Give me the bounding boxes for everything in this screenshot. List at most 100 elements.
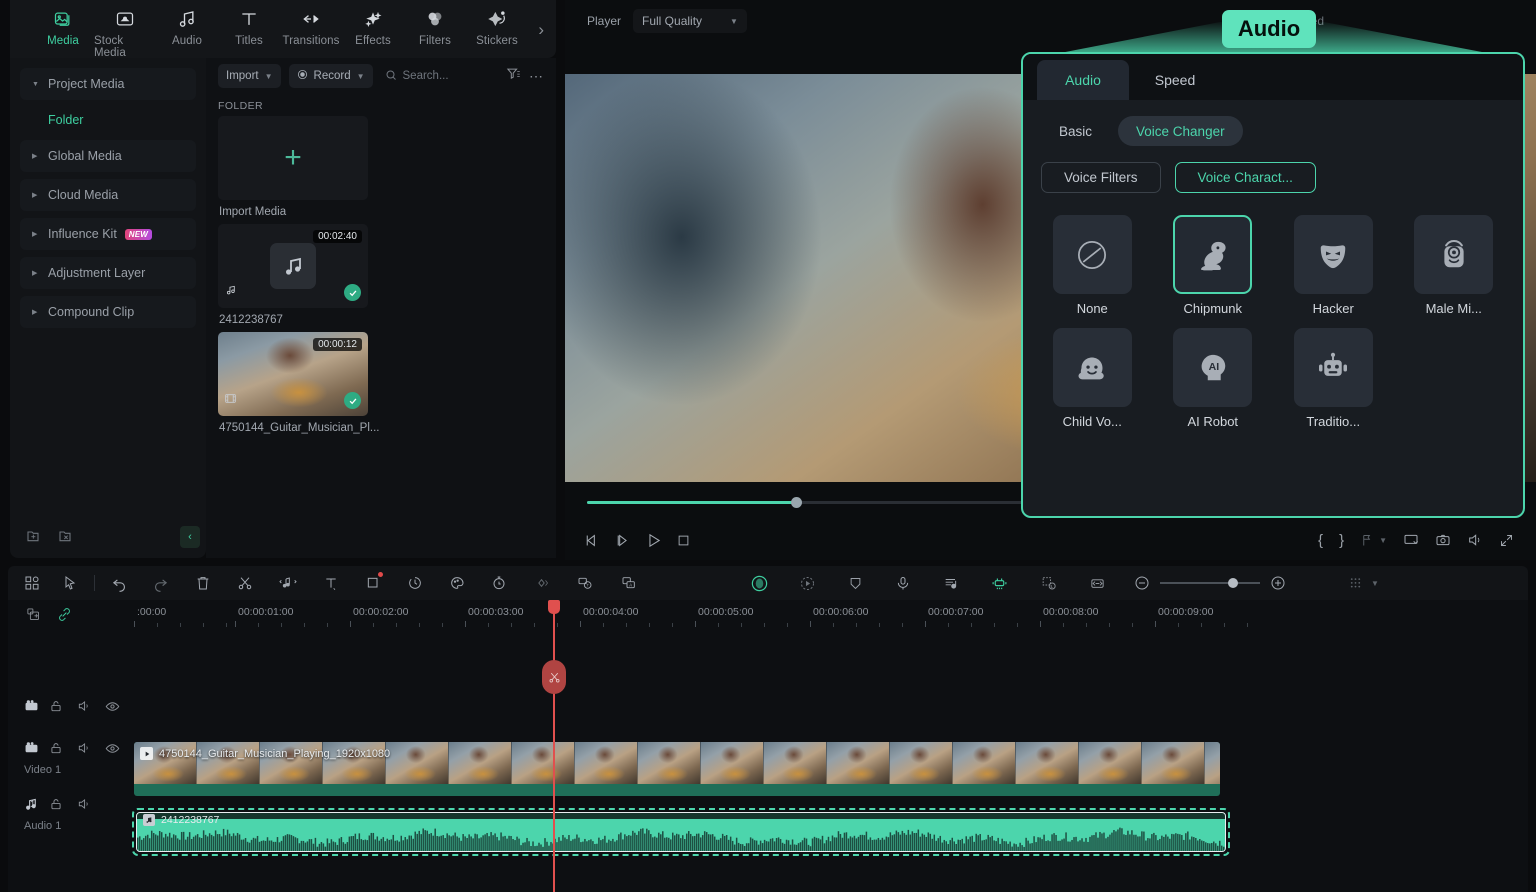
mark-in-button[interactable]: { bbox=[1318, 532, 1323, 549]
sidebar-item-adjustment-layer[interactable]: ▶Adjustment Layer bbox=[20, 257, 196, 289]
search-input[interactable]: Search... bbox=[385, 69, 449, 84]
fit-timeline-button[interactable] bbox=[1089, 576, 1106, 591]
text-button[interactable] bbox=[323, 575, 339, 591]
translate-button[interactable]: A bbox=[620, 575, 638, 591]
markers-chevron-icon[interactable]: ▼ bbox=[1379, 536, 1387, 545]
voiceover-button[interactable] bbox=[895, 575, 911, 592]
audio-detach-button[interactable] bbox=[279, 575, 297, 591]
track-mute-icon[interactable] bbox=[77, 741, 91, 755]
media-cell-video[interactable]: 00:00:124750144_Guitar_Musician_Pl... bbox=[218, 332, 368, 434]
import-media-tile[interactable]: + bbox=[218, 116, 368, 200]
ai-tools-button[interactable] bbox=[750, 574, 769, 593]
delete-button[interactable] bbox=[195, 575, 211, 591]
layout-grid-button[interactable] bbox=[24, 575, 40, 591]
crop-button[interactable] bbox=[365, 575, 381, 591]
voice-option-ai-robot[interactable]: AIAI Robot bbox=[1162, 328, 1265, 429]
redo-button[interactable] bbox=[152, 575, 169, 592]
audio-media-tile[interactable]: 00:02:40 bbox=[218, 224, 368, 308]
media-cell-import[interactable]: +Import Media bbox=[218, 116, 368, 218]
keyframe-button[interactable] bbox=[533, 575, 550, 591]
timeline-ruler[interactable]: :00:0000:00:01:0000:00:02:0000:00:03:000… bbox=[134, 600, 1528, 628]
stop-button[interactable] bbox=[676, 533, 691, 548]
link-button[interactable] bbox=[57, 607, 72, 622]
timeline-clip-audio[interactable]: 2412238767 bbox=[136, 812, 1226, 852]
delete-folder-icon[interactable] bbox=[58, 528, 74, 549]
nav-item-transitions[interactable]: Transitions bbox=[280, 0, 342, 47]
speed-button[interactable] bbox=[407, 575, 423, 591]
nav-item-audio[interactable]: Audio bbox=[156, 0, 218, 47]
pill-voice-filters[interactable]: Voice Filters bbox=[1041, 162, 1161, 193]
new-folder-icon[interactable] bbox=[26, 528, 42, 549]
sidebar-collapse-button[interactable]: ‹ bbox=[180, 526, 200, 548]
stabilize-button[interactable] bbox=[491, 575, 507, 591]
previous-frame-button[interactable] bbox=[583, 532, 600, 549]
markers-button[interactable] bbox=[1360, 533, 1375, 548]
track-lock-icon[interactable] bbox=[49, 699, 63, 713]
sidebar-item-project-media[interactable]: ▼Project Media bbox=[20, 68, 196, 100]
media-cell-audio[interactable]: 00:02:402412238767 bbox=[218, 224, 368, 326]
segment-basic[interactable]: Basic bbox=[1041, 116, 1110, 146]
tab-audio[interactable]: Audio bbox=[1037, 60, 1129, 100]
play-button[interactable] bbox=[645, 532, 662, 549]
sidebar-item-cloud-media[interactable]: ▶Cloud Media bbox=[20, 179, 196, 211]
add-track-button[interactable] bbox=[26, 607, 41, 622]
seek-handle[interactable] bbox=[791, 497, 802, 508]
ai-audio-button[interactable] bbox=[991, 575, 1008, 592]
color-button[interactable] bbox=[449, 575, 465, 591]
segment-voice-changer[interactable]: Voice Changer bbox=[1118, 116, 1243, 146]
sidebar-item-compound-clip[interactable]: ▶Compound Clip bbox=[20, 296, 196, 328]
zoom-slider-handle[interactable] bbox=[1228, 578, 1238, 588]
voice-option-traditio[interactable]: Traditio... bbox=[1282, 328, 1385, 429]
select-tool-button[interactable] bbox=[62, 575, 78, 591]
import-button[interactable]: Import ▼ bbox=[218, 64, 281, 88]
zoom-in-button[interactable] bbox=[1270, 575, 1286, 591]
render-preview-button[interactable] bbox=[1040, 575, 1057, 591]
track-visibility-icon[interactable] bbox=[105, 741, 120, 756]
track-mute-icon[interactable] bbox=[77, 797, 91, 811]
track-lock-icon[interactable] bbox=[49, 797, 63, 811]
track-mute-icon[interactable] bbox=[77, 699, 91, 713]
next-frame-button[interactable] bbox=[614, 532, 631, 549]
voice-option-none[interactable]: None bbox=[1041, 215, 1144, 316]
record-button[interactable]: Record ▼ bbox=[289, 64, 373, 88]
nav-item-media[interactable]: Media bbox=[32, 0, 94, 47]
pill-voice-characters[interactable]: Voice Charact... bbox=[1175, 162, 1316, 193]
sidebar-item-influence-kit[interactable]: ▶Influence KitNEW bbox=[20, 218, 196, 250]
nav-item-filters[interactable]: Filters bbox=[404, 0, 466, 47]
split-at-playhead-button[interactable] bbox=[542, 660, 566, 694]
split-button[interactable] bbox=[237, 575, 253, 591]
track-visibility-icon[interactable] bbox=[105, 699, 120, 714]
volume-button[interactable] bbox=[1467, 532, 1483, 548]
sidebar-item-folder[interactable]: Folder bbox=[48, 107, 196, 133]
motion-tracking-button[interactable] bbox=[799, 575, 816, 592]
more-options-icon[interactable]: ⋯ bbox=[529, 68, 544, 85]
voice-option-chipmunk[interactable]: Chipmunk bbox=[1162, 215, 1265, 316]
voice-option-male-mi[interactable]: Male Mi... bbox=[1403, 215, 1506, 316]
timeline-options-button[interactable] bbox=[1348, 576, 1363, 591]
fullscreen-monitor-button[interactable] bbox=[1403, 532, 1419, 548]
tab-speed[interactable]: Speed bbox=[1129, 60, 1221, 100]
expand-arrows-button[interactable] bbox=[1499, 533, 1514, 548]
zoom-slider[interactable] bbox=[1160, 582, 1260, 584]
nav-expand-chevron-icon[interactable]: › bbox=[538, 20, 544, 40]
undo-button[interactable] bbox=[111, 575, 128, 592]
snapshot-camera-button[interactable] bbox=[1435, 532, 1451, 548]
auto-caption-button[interactable]: T bbox=[576, 575, 594, 591]
voice-option-child-vo[interactable]: Child Vo... bbox=[1041, 328, 1144, 429]
filter-icon[interactable] bbox=[506, 66, 521, 86]
timeline-clip-video[interactable]: 4750144_Guitar_Musician_Playing_1920x108… bbox=[134, 742, 1220, 796]
voice-option-hacker[interactable]: Hacker bbox=[1282, 215, 1385, 316]
nav-item-effects[interactable]: Effects bbox=[342, 0, 404, 47]
mark-out-button[interactable]: } bbox=[1339, 532, 1344, 549]
quality-select[interactable]: Full Quality ▼ bbox=[633, 9, 747, 33]
timeline-options-chevron-icon[interactable]: ▼ bbox=[1371, 579, 1379, 588]
nav-item-titles[interactable]: Titles bbox=[218, 0, 280, 47]
timeline-clip-audio-selection[interactable]: 2412238767 bbox=[132, 808, 1230, 856]
video-media-tile[interactable]: 00:00:12 bbox=[218, 332, 368, 416]
nav-item-stock-media[interactable]: Stock Media bbox=[94, 0, 156, 59]
nav-item-stickers[interactable]: Stickers bbox=[466, 0, 528, 47]
audio-mixer-button[interactable] bbox=[943, 575, 959, 592]
mask-button[interactable] bbox=[848, 575, 863, 592]
track-lock-icon[interactable] bbox=[49, 741, 63, 755]
zoom-out-button[interactable] bbox=[1134, 575, 1150, 591]
